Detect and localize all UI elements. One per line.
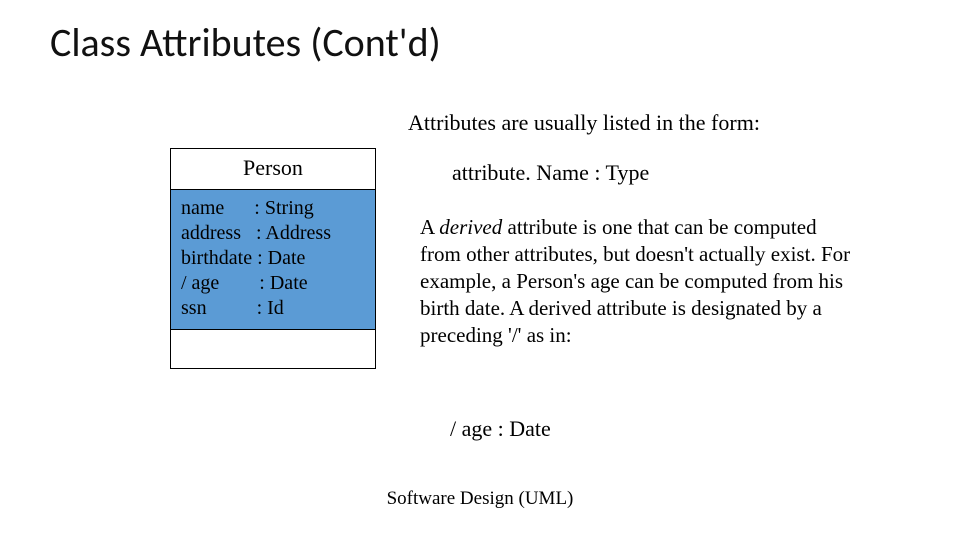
body-pre: A <box>420 215 439 239</box>
attribute-syntax: attribute. Name : Type <box>452 160 649 186</box>
uml-class-name: Person <box>171 149 375 190</box>
body-italic: derived <box>439 215 502 239</box>
uml-attributes: name : String address : Address birthdat… <box>171 190 375 330</box>
footer-text: Software Design (UML) <box>0 488 960 510</box>
uml-class-box: Person name : String address : Address b… <box>170 148 376 369</box>
body-paragraph: A derived attribute is one that can be c… <box>420 214 860 348</box>
intro-text: Attributes are usually listed in the for… <box>408 110 760 136</box>
uml-operations-empty <box>171 330 375 368</box>
example-line: / age : Date <box>450 416 551 442</box>
slide: Class Attributes (Cont'd) Attributes are… <box>0 0 960 540</box>
slide-title: Class Attributes (Cont'd) <box>50 18 441 67</box>
